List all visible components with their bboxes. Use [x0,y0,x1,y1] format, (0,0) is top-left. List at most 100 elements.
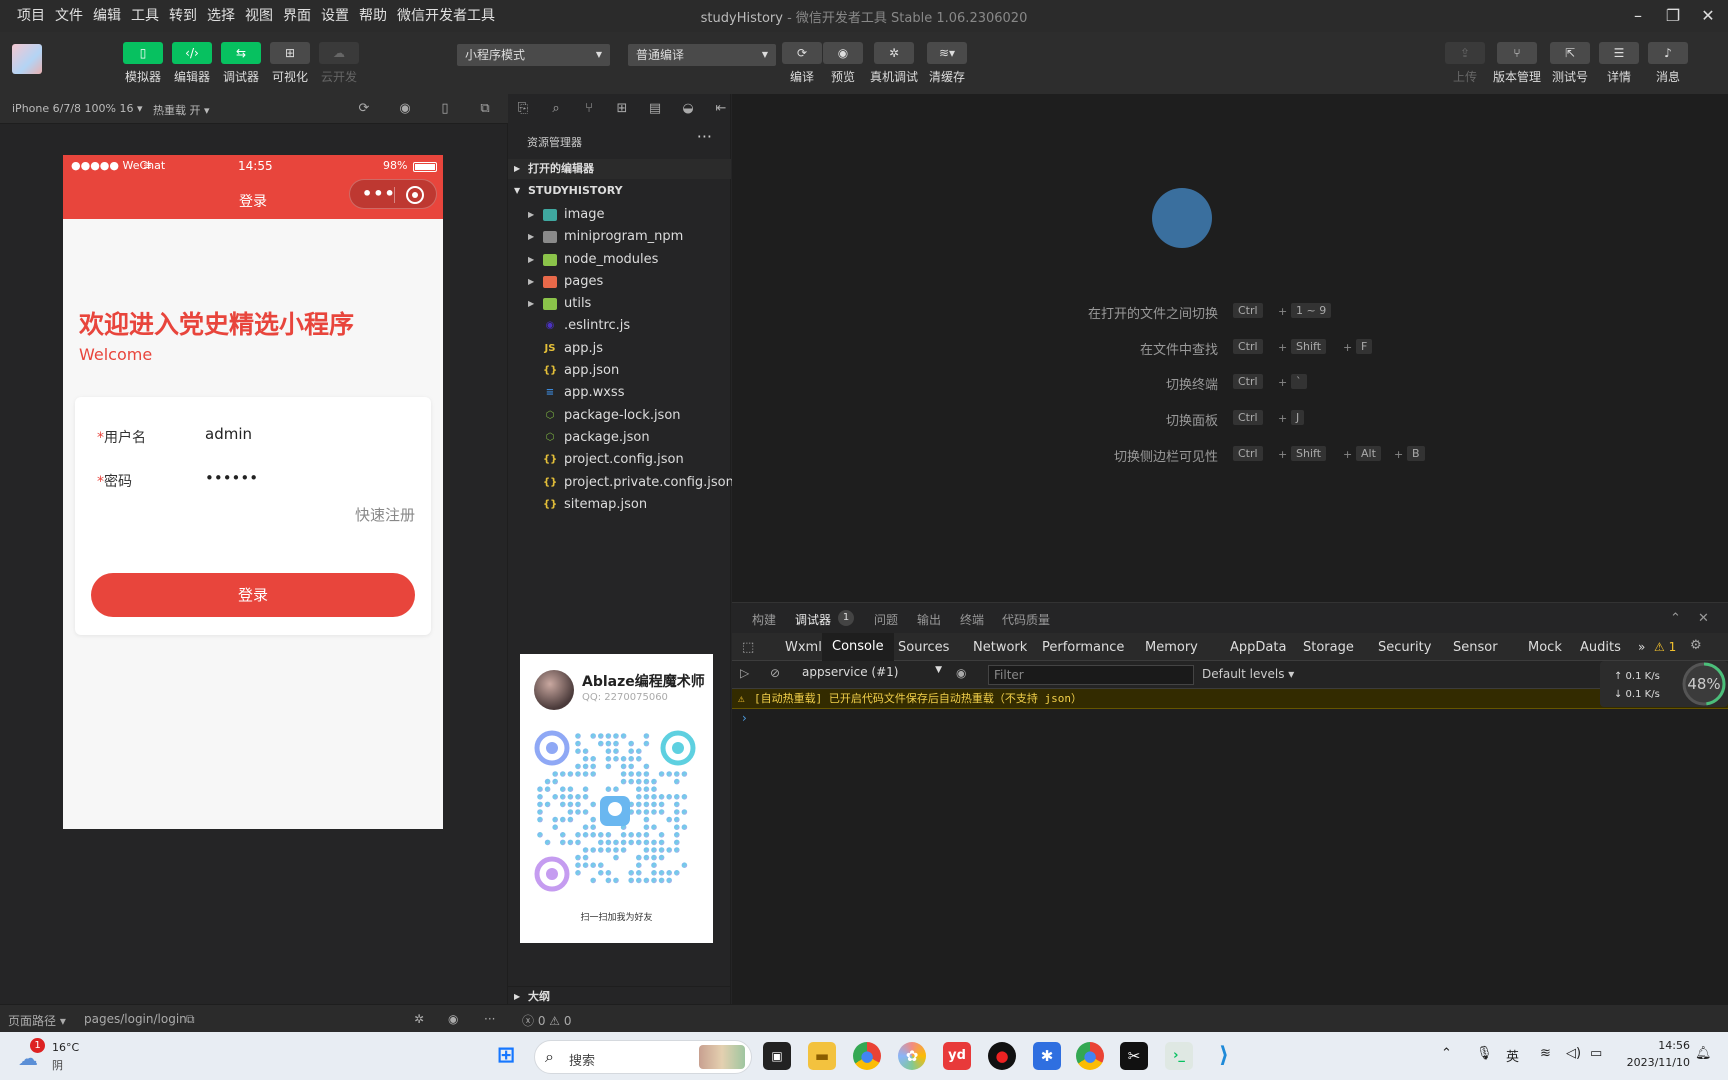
restore-button[interactable]: ❐ [1658,4,1688,28]
search-icon[interactable]: ⌕ [547,100,565,118]
minimize-button[interactable]: – [1623,4,1653,28]
devtools-tab-network[interactable]: Network [973,640,1027,655]
clock-time[interactable]: 14:56 [1622,1039,1690,1052]
folder-item[interactable]: ▶ pages [508,271,731,293]
files-icon[interactable]: ⎘ [514,100,532,118]
close-target-icon[interactable] [406,186,424,204]
clear-cache-button[interactable]: ≋▾ 清缓存 [926,42,968,85]
microphone-icon[interactable]: 🎙︎ [1476,1046,1493,1061]
file-explorer-icon[interactable]: ▬ [808,1042,836,1070]
bug-icon[interactable]: ✲ [414,1012,424,1026]
battery-icon[interactable]: ▭ [1590,1046,1602,1061]
user-avatar[interactable] [12,44,42,74]
eye-icon[interactable]: ◉ [448,1012,458,1026]
extensions-icon[interactable]: ⊞ [613,100,631,118]
folder-item[interactable]: ▶ miniprogram_npm [508,226,731,248]
quick-register-link[interactable]: 快速注册 [355,504,415,525]
more-dots-icon[interactable]: ••• [362,184,396,203]
tab-code-quality[interactable]: 代码质量 [1002,611,1050,628]
notification-bell-icon[interactable]: 🔔︎ [1695,1046,1712,1061]
phone-icon[interactable]: ▯ [436,100,454,118]
folder-item[interactable]: ▶ image [508,204,731,226]
login-button[interactable]: 登录 [91,573,415,617]
chevron-up-icon[interactable]: ⌃ [1441,1046,1452,1061]
folder-item[interactable]: ▶ utils [508,293,731,315]
devtools-tab-wxml[interactable]: Wxml [785,640,822,655]
clock-date[interactable]: 2023/11/10 [1618,1056,1690,1069]
devtools-tab-audits[interactable]: Audits [1580,640,1621,655]
device-select[interactable]: iPhone 6/7/8 100% 16 ▾ [12,102,143,115]
photos-icon[interactable]: ✿ [898,1042,926,1070]
close-panel-icon[interactable]: ✕ [1698,611,1709,626]
folder-item[interactable]: ▶ node_modules [508,249,731,271]
preview-button[interactable]: ◉ 预览 [822,42,864,85]
simulator-toggle[interactable]: ▯ 模拟器 [122,42,164,85]
chevron-up-icon[interactable]: ⌃ [1670,611,1681,626]
console-filter-input[interactable]: Filter [988,665,1194,685]
tab-build[interactable]: 构建 [752,611,776,628]
chrome-icon[interactable]: ● [853,1042,881,1070]
outline-section[interactable]: ▶ 大纲 [508,986,731,1006]
capcut-icon[interactable]: ✂ [1120,1042,1148,1070]
mode-select[interactable]: 小程序模式 ▼ [457,44,610,66]
wifi-icon[interactable]: ≋ [1540,1046,1551,1061]
details-button[interactable]: ☰ 详情 [1598,42,1640,85]
debugger-toggle[interactable]: ⇆ 调试器 [220,42,262,85]
remote-debug-button[interactable]: ✲ 真机调试 [870,42,918,85]
taskbar-search[interactable]: ⌕ 搜索 [534,1040,752,1074]
tab-output[interactable]: 输出 [917,611,941,628]
copy-icon[interactable]: ⧉ [186,1012,195,1027]
page-path-select[interactable]: 页面路径 ▾ [8,1012,66,1029]
docker-icon[interactable]: ◒ [679,100,697,118]
tab-terminal[interactable]: 终端 [960,611,984,628]
source-control-icon[interactable]: ⑂ [580,100,598,118]
weather-widget[interactable]: ☁ 1 16°C 阴 [18,1038,108,1074]
file-item[interactable]: JS app.js [508,338,731,360]
username-input[interactable]: admin [205,425,252,443]
compile-mode-select[interactable]: 普通编译 ▼ [628,44,776,66]
sidebar-toggle-icon[interactable]: ▷ [740,666,749,680]
problems-count[interactable]: ⓧ 0 ⚠ 0 [522,1012,571,1029]
more-options-icon[interactable]: ··· [697,127,712,146]
file-item[interactable]: ⬡ package-lock.json [508,405,731,427]
settings-gear-icon[interactable]: ⚙ [1690,638,1702,653]
storage-icon[interactable]: ▤ [646,100,664,118]
tab-debugger[interactable]: 调试器 [795,611,831,628]
more-dots-icon[interactable]: ··· [484,1012,495,1026]
collapse-panel-icon[interactable]: ⇤ [712,100,730,118]
chrome-alt-icon[interactable]: ● [1076,1042,1104,1070]
close-window-button[interactable]: ✕ [1693,4,1723,28]
inspect-element-icon[interactable]: ⬚ [742,640,754,655]
testid-button[interactable]: ⇱ 测试号 [1549,42,1591,85]
project-section[interactable]: ▼ STUDYHISTORY [508,181,731,201]
devtools-tab-mock[interactable]: Mock [1528,640,1562,655]
version-button[interactable]: ⑂ 版本管理 [1493,42,1541,85]
file-item[interactable]: ≡ app.wxss [508,382,731,404]
file-item[interactable]: {} sitemap.json [508,494,731,516]
file-item[interactable]: {} project.private.config.json [508,472,734,494]
tab-problems[interactable]: 问题 [874,611,898,628]
devtools-tab-console[interactable]: Console [822,633,894,661]
open-editors-section[interactable]: ▶ 打开的编辑器 [508,159,731,179]
reload-icon[interactable]: ⟳ [355,100,373,118]
file-item[interactable]: ⬡ package.json [508,427,731,449]
devtools-tab-sources[interactable]: Sources [898,640,949,655]
clear-console-icon[interactable]: ⊘ [770,666,780,680]
cloud-button[interactable]: ☁ 云开发 [318,42,360,85]
file-item[interactable]: {} project.config.json [508,449,731,471]
detach-window-icon[interactable]: ⧉ [476,100,494,118]
devtools-tab-security[interactable]: Security [1378,640,1431,655]
warning-count[interactable]: ⚠ 1 [1654,640,1676,654]
messages-button[interactable]: ♪ 消息 [1647,42,1689,85]
upload-button[interactable]: ⇪ 上传 [1444,42,1486,85]
devtools-tab-memory[interactable]: Memory [1145,640,1198,655]
log-levels-select[interactable]: Default levels ▾ [1202,667,1294,681]
feishu-icon[interactable]: ✱ [1033,1042,1061,1070]
vscode-icon[interactable]: ⟩ [1210,1042,1238,1070]
hot-reload-select[interactable]: 热重载 开 ▾ [153,102,210,118]
file-item[interactable]: {} app.json [508,360,731,382]
devtools-tab-sensor[interactable]: Sensor [1453,640,1498,655]
devtools-tab-appdata[interactable]: AppData [1230,640,1286,655]
more-tabs-button[interactable]: » [1638,640,1645,654]
file-item[interactable]: ◉ .eslintrc.js [508,315,731,337]
